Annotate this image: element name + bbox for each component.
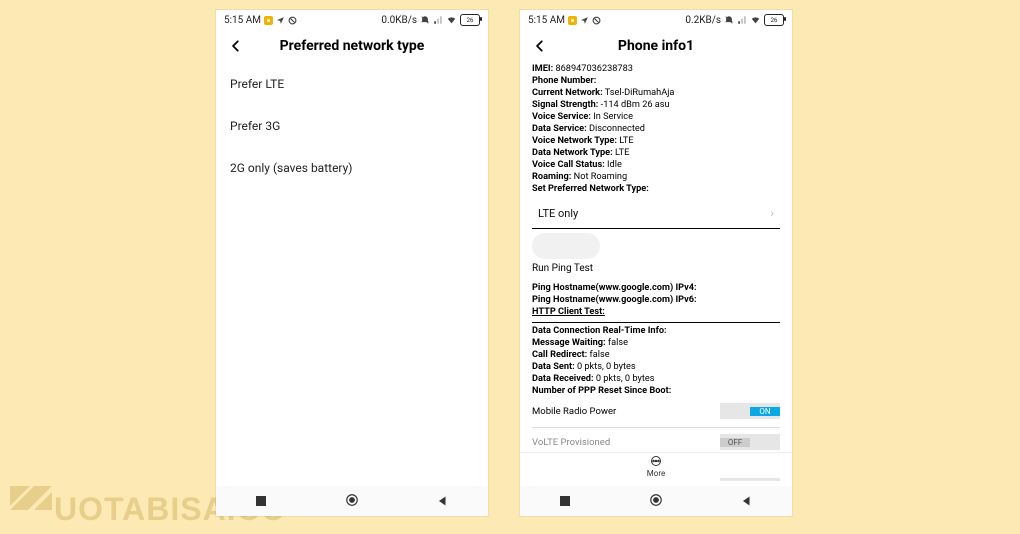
nav-recent-button[interactable] — [255, 492, 267, 511]
system-nav-bar — [520, 486, 792, 516]
back-button[interactable] — [530, 36, 550, 56]
alarm-off-icon — [420, 15, 430, 25]
status-speed: 0.0KB/s — [381, 15, 417, 26]
nav-back-button[interactable] — [437, 492, 449, 511]
dropdown-value: LTE only — [538, 207, 578, 220]
volte-provisioned-toggle[interactable]: OFF — [720, 434, 780, 450]
ping-ipv4-link[interactable]: Ping Hostname(www.google.com) IPv4: — [532, 282, 697, 293]
chevron-right-icon: › — [770, 206, 774, 220]
ping-test-button[interactable] — [532, 233, 600, 259]
page-title: Preferred network type — [246, 38, 478, 54]
status-time: 5:15 AM — [528, 15, 565, 26]
phone-preferred-network: 5:15 AM 0.0KB/s 26 Preferred network typ… — [216, 10, 488, 516]
divider — [532, 322, 780, 323]
option-2g-only[interactable]: 2G only (saves battery) — [216, 147, 488, 189]
mobile-radio-power-toggle[interactable]: ON — [720, 403, 780, 419]
nav-back-button[interactable] — [741, 492, 753, 511]
http-client-test-link[interactable]: HTTP Client Test: — [532, 306, 605, 317]
location-icon — [276, 16, 285, 25]
phone-info: 5:15 AM 0.2KB/s 26 Phone info1 IMEI: 868… — [520, 10, 792, 516]
battery-icon: 26 — [764, 14, 784, 26]
nav-home-button[interactable] — [345, 492, 359, 511]
more-icon — [650, 455, 662, 467]
status-bar: 5:15 AM 0.0KB/s 26 — [216, 10, 488, 29]
network-type-dropdown[interactable]: LTE only › — [532, 200, 780, 229]
title-bar: Preferred network type — [216, 29, 488, 63]
signal-icon — [737, 15, 747, 25]
run-ping-label: Run Ping Test — [532, 263, 792, 274]
nav-recent-button[interactable] — [559, 492, 571, 511]
location-icon — [580, 16, 589, 25]
ping-ipv6-link[interactable]: Ping Hostname(www.google.com) IPv6: — [532, 294, 697, 305]
nav-home-button[interactable] — [649, 492, 663, 511]
option-prefer-lte[interactable]: Prefer LTE — [216, 63, 488, 105]
do-not-disturb-icon — [288, 16, 297, 25]
battery-icon: 26 — [460, 14, 480, 26]
notification-icon — [568, 16, 577, 25]
mobile-radio-power-row: Mobile Radio Power ON — [520, 397, 792, 425]
status-speed: 0.2KB/s — [685, 15, 721, 26]
option-prefer-3g[interactable]: Prefer 3G — [216, 105, 488, 147]
page-title: Phone info1 — [550, 38, 782, 54]
test-links: Ping Hostname(www.google.com) IPv4: Ping… — [520, 282, 792, 318]
do-not-disturb-icon — [592, 16, 601, 25]
system-nav-bar — [216, 486, 488, 516]
phone-info-block: IMEI: 868947036238783 Phone Number: Curr… — [520, 63, 792, 194]
signal-icon — [433, 15, 443, 25]
more-menu[interactable]: More — [520, 452, 792, 478]
title-bar: Phone info1 — [520, 29, 792, 63]
notification-icon — [264, 16, 273, 25]
back-button[interactable] — [226, 36, 246, 56]
status-time: 5:15 AM — [224, 15, 261, 26]
alarm-off-icon — [724, 15, 734, 25]
realtime-info-block: Data Connection Real-Time Info: Message … — [520, 325, 792, 397]
wifi-icon — [750, 15, 761, 25]
status-bar: 5:15 AM 0.2KB/s 26 — [520, 10, 792, 29]
wifi-icon — [446, 15, 457, 25]
